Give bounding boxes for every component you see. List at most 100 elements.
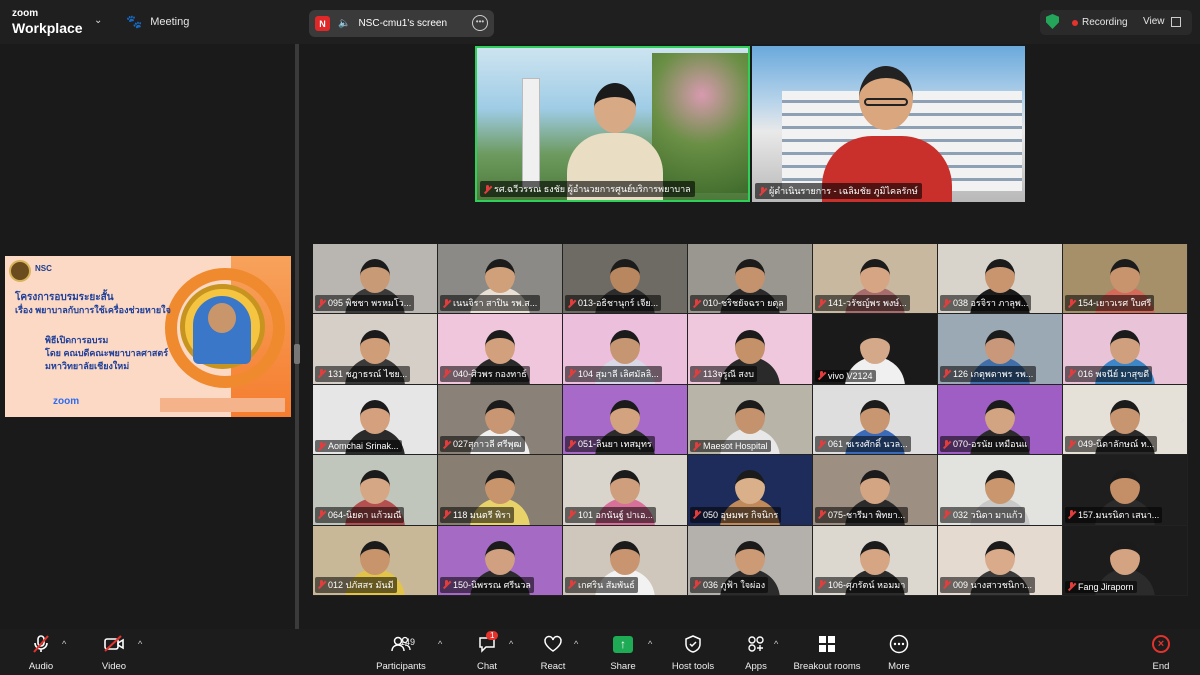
mic-muted-icon (693, 580, 700, 589)
speaker-name: ผู้ดำเนินรายการ - เฉลิมชัย ภูมิไคลรักษ์ (769, 186, 918, 196)
participant-tile[interactable]: 061 ชเรงศักดิ์ นวล... (813, 384, 938, 456)
participants-count: 149 (400, 637, 416, 647)
participant-name-tag: 113จรูณี สงบ (690, 365, 757, 382)
share-button[interactable]: ↑ Share (606, 633, 640, 672)
more-options-icon[interactable]: ••• (472, 15, 488, 31)
participant-name: vivo V2124 (828, 370, 873, 381)
participant-face (735, 400, 765, 435)
participant-tile[interactable]: 095 พิชชา พรหมโว... (313, 244, 438, 315)
speaker-icon: 🔈 (338, 18, 351, 29)
glasses (864, 98, 908, 106)
participant-tile[interactable]: 050 อุษมพร กิจนิกร (688, 455, 813, 526)
participant-tile[interactable]: 064-นิยดา แก้วมณี (313, 455, 438, 526)
chat-options-caret-icon[interactable]: ^ (509, 639, 513, 649)
more-icon (882, 633, 916, 655)
meeting-info-button[interactable]: 🐾 Meeting (126, 14, 189, 30)
participant-tile[interactable]: 070-อรนัย เหมือนแ (938, 384, 1063, 456)
participant-tile[interactable]: เนนจิรา สาปิน รพ.ส... (438, 244, 563, 315)
shared-screen-slide[interactable]: NSC โครงการอบรมระยะสั้น เรื่อง พยาบาลกับ… (5, 256, 291, 417)
chat-button[interactable]: 1 Chat (470, 631, 504, 672)
participant-tile[interactable]: Fang Jiraporn (1063, 525, 1188, 596)
participant-tile[interactable]: 131 ชฎาธรณ์ ไชย... (313, 314, 438, 385)
participant-tile[interactable]: 027สุกาวลี ศรีพุฒ (438, 384, 563, 456)
participant-tile[interactable]: Aomchai Srinak... (313, 384, 438, 456)
participant-name-tag: 012 ปภัสสร มันมี (315, 576, 397, 593)
tree (652, 53, 748, 193)
participant-tile[interactable]: 141-วรัชญ์พร พงษ์... (813, 244, 938, 315)
participant-tile[interactable]: vivo V2124 (813, 314, 938, 385)
participant-tile[interactable]: 012 ปภัสสร มันมี (313, 525, 438, 596)
more-button[interactable]: More (882, 633, 916, 672)
participant-name-tag: 027สุกาวลี ศรีพุฒ (440, 436, 525, 453)
participants-options-caret-icon[interactable]: ^ (438, 639, 442, 649)
participant-tile[interactable]: 118 มนตรี พิรา (438, 455, 563, 526)
participant-name-tag: 075-ชารีมา พิทยา... (815, 506, 909, 523)
participant-tile[interactable]: 150-นิพรรณ ศรีนวล (438, 525, 563, 596)
participants-label: Participants (376, 661, 426, 672)
participant-tile[interactable]: 157.มนรนิตา เสนา... (1063, 455, 1188, 526)
mic-muted-icon (318, 298, 325, 308)
divider-drag-handle[interactable] (294, 344, 300, 364)
video-options-caret-icon[interactable]: ^ (138, 639, 142, 649)
participant-name-tag: 070-อรนัย เหมือนแ (940, 436, 1031, 453)
participant-tile[interactable]: 101 อกนันฐ์ ปาเอ... (563, 455, 688, 526)
participant-name: 012 ปภัสสร มันมี (328, 579, 394, 590)
audio-button[interactable]: Audio (22, 633, 60, 672)
participant-name-tag: 040-ศิวพร กองทาธ์ (440, 365, 530, 382)
participant-name: 106-ศุภรัตน์ หอมมา (828, 579, 906, 590)
end-button[interactable]: × End (1146, 633, 1176, 672)
participant-tile[interactable]: 036 ภูฟ้า ใจผ่อง (688, 525, 813, 596)
participant-name-tag: 154-เยาวเรศ ใบศรี (1065, 295, 1155, 312)
participant-tile[interactable]: 113จรูณี สงบ (688, 314, 813, 385)
view-grid-icon[interactable] (1171, 17, 1181, 27)
breakout-rooms-button[interactable]: Breakout rooms (790, 633, 864, 672)
react-button[interactable]: React (536, 633, 570, 672)
share-options-caret-icon[interactable]: ^ (648, 639, 652, 649)
participant-tile[interactable]: 016 พจนีย์ มาสุขดี (1063, 314, 1188, 385)
participant-tile[interactable]: เกศริน สัมพันธ์ (563, 525, 688, 596)
meeting-icon: 🐾 (126, 14, 143, 29)
participants-button[interactable]: 149 Participants (372, 633, 430, 672)
view-button[interactable]: View (1143, 16, 1165, 27)
mic-muted-icon (1068, 369, 1075, 378)
recording-label[interactable]: Recording (1082, 17, 1128, 28)
participant-name: 049-นิดาลักษณ์ ท... (1078, 439, 1155, 450)
top-bar: zoom Workplace ⌄ 🐾 Meeting N 🔈 NSC-cmu1'… (0, 0, 1200, 44)
panel-divider[interactable] (294, 44, 300, 629)
chevron-right-icon[interactable]: › (1180, 411, 1185, 427)
participant-face (735, 329, 765, 364)
apps-button[interactable]: Apps (739, 633, 773, 672)
participant-tile[interactable]: 104 สุมาลี เลิศมัลลิ... (563, 314, 688, 385)
apps-label: Apps (745, 661, 767, 672)
shield-icon[interactable] (1046, 14, 1059, 29)
participant-tile[interactable]: 106-ศุภรัตน์ หอมมา (813, 525, 938, 596)
speaker-video-1[interactable]: รศ.ฉวีวรรณ ธงชัย ผู้อำนวยการศูนย์บริการพ… (475, 46, 750, 202)
participant-name: 027สุกาวลี ศรีพุฒ (453, 439, 522, 450)
mic-muted-icon (568, 439, 575, 449)
university-seal-icon (9, 260, 31, 282)
participant-tile[interactable]: 049-นิดาลักษณ์ ท... (1063, 384, 1188, 456)
participant-tile[interactable]: 040-ศิวพร กองทาธ์ (438, 314, 563, 385)
participant-tile[interactable]: 032 วนิดา มาแก้ว (938, 455, 1063, 526)
participant-tile[interactable]: 010-ชริชยัจฉรา ยตุล (688, 244, 813, 315)
participant-face (610, 329, 640, 364)
participant-tile[interactable]: 075-ชารีมา พิทยา... (813, 455, 938, 526)
participant-tile[interactable]: 051-ลินยา เทสมุทร (563, 384, 688, 456)
participant-tile[interactable]: 009 นางสาวชนิกา... (938, 525, 1063, 596)
screen-share-indicator[interactable]: N 🔈 NSC-cmu1's screen ••• (309, 10, 494, 37)
host-tools-button[interactable]: Host tools (668, 633, 718, 672)
video-button[interactable]: Video (96, 633, 132, 672)
participant-tile[interactable]: Maesot Hospital (688, 384, 813, 456)
react-options-caret-icon[interactable]: ^ (574, 639, 578, 649)
apps-options-caret-icon[interactable]: ^ (774, 639, 778, 649)
chevron-down-icon[interactable]: ⌄ (94, 15, 102, 26)
participant-tile[interactable]: 126 เกตุพดาพร รพ... (938, 314, 1063, 385)
participant-tile[interactable]: 013-อธิชานุกร์ เจีย... (563, 244, 688, 315)
audio-options-caret-icon[interactable]: ^ (62, 639, 66, 649)
participant-face (360, 540, 390, 575)
participant-tile[interactable]: 038 อรจิรา ภาลุพ... (938, 244, 1063, 315)
mic-muted-icon (443, 580, 450, 589)
speaker-video-2[interactable]: ผู้ดำเนินรายการ - เฉลิมชัย ภูมิไคลรักษ์ (752, 46, 1025, 202)
share-label: NSC-cmu1's screen (358, 18, 448, 29)
participant-tile[interactable]: 154-เยาวเรศ ใบศรี (1063, 244, 1188, 315)
